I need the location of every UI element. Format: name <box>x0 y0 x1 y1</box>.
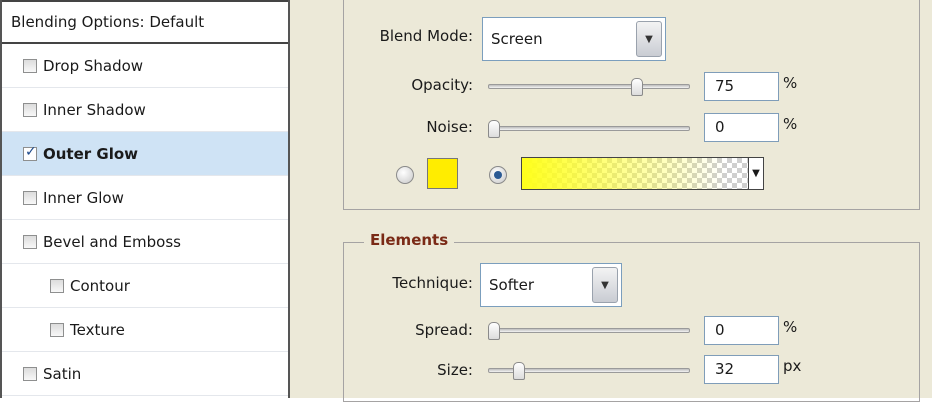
style-item-label: Drop Shadow <box>43 56 144 75</box>
solid-color-radio[interactable] <box>396 166 414 184</box>
opacity-input[interactable]: 75 <box>704 72 779 101</box>
spread-unit: % <box>783 318 798 336</box>
style-item-contour[interactable]: Contour <box>2 264 288 308</box>
size-unit: px <box>783 357 802 375</box>
style-checkbox[interactable] <box>23 102 37 117</box>
style-item-satin[interactable]: Satin <box>2 352 288 396</box>
style-checkbox[interactable] <box>23 190 37 205</box>
technique-dropdown[interactable]: Softer ▼ <box>480 263 622 307</box>
blend-mode-label: Blend Mode: <box>379 27 473 45</box>
style-item-label: Inner Shadow <box>43 100 146 119</box>
style-item-inner-shadow[interactable]: Inner Shadow <box>2 88 288 132</box>
style-item-texture[interactable]: Texture <box>2 308 288 352</box>
blending-options-label: Blending Options: Default <box>11 13 205 31</box>
spread-label: Spread: <box>415 321 473 339</box>
style-checkbox[interactable] <box>23 58 37 73</box>
blending-options-item[interactable]: Blending Options: Default <box>2 0 288 44</box>
glow-color-swatch[interactable] <box>427 158 458 189</box>
opacity-slider-track[interactable] <box>488 84 690 89</box>
size-slider-thumb[interactable] <box>512 362 525 380</box>
blend-mode-value: Screen <box>491 30 543 48</box>
style-item-bevel-and-emboss[interactable]: Bevel and Emboss <box>2 220 288 264</box>
style-checkbox[interactable] <box>23 234 37 249</box>
style-item-label: Satin <box>43 364 82 383</box>
style-item-label: Outer Glow <box>43 144 139 163</box>
glow-gradient-picker[interactable] <box>521 157 749 190</box>
layer-styles-list: Blending Options: Default Drop Shadow Inn… <box>0 0 290 398</box>
spread-slider-track[interactable] <box>488 328 690 333</box>
spread-input[interactable]: 0 <box>704 316 779 345</box>
style-item-drop-shadow[interactable]: Drop Shadow <box>2 44 288 88</box>
gradient-chevron-down-icon[interactable]: ▼ <box>748 157 764 190</box>
style-item-inner-glow[interactable]: Inner Glow <box>2 176 288 220</box>
outer-glow-options-panel: '' Blend Mode: Screen ▼ Opacity: 75 % No… <box>290 0 932 402</box>
spread-slider-thumb[interactable] <box>488 322 500 340</box>
size-label: Size: <box>437 361 473 379</box>
technique-label: Technique: <box>392 274 473 292</box>
style-checkbox[interactable] <box>50 322 64 337</box>
noise-label: Noise: <box>426 118 473 136</box>
style-item-outer-glow[interactable]: Outer Glow <box>2 132 288 176</box>
noise-slider-thumb[interactable] <box>488 120 500 138</box>
technique-value: Softer <box>489 276 534 294</box>
noise-input[interactable]: 0 <box>704 113 779 142</box>
style-checkbox[interactable] <box>50 278 64 293</box>
technique-chevron-down-icon[interactable]: ▼ <box>592 267 618 303</box>
size-input[interactable]: 32 <box>704 355 779 384</box>
noise-slider-track[interactable] <box>488 126 690 131</box>
opacity-slider-thumb[interactable] <box>630 78 643 96</box>
noise-unit: % <box>783 115 798 133</box>
blend-mode-chevron-down-icon[interactable]: ▼ <box>636 21 662 57</box>
style-checkbox[interactable] <box>23 144 37 161</box>
style-item-label: Bevel and Emboss <box>43 232 181 251</box>
style-item-label: Texture <box>70 320 125 339</box>
gradient-radio[interactable] <box>489 166 507 184</box>
opacity-unit: % <box>783 74 798 92</box>
elements-legend: Elements <box>364 231 455 249</box>
blend-mode-dropdown[interactable]: Screen ▼ <box>482 17 666 61</box>
style-item-label: Contour <box>70 276 130 295</box>
style-item-label: Inner Glow <box>43 188 124 207</box>
opacity-label: Opacity: <box>411 76 473 94</box>
style-checkbox[interactable] <box>23 366 37 381</box>
